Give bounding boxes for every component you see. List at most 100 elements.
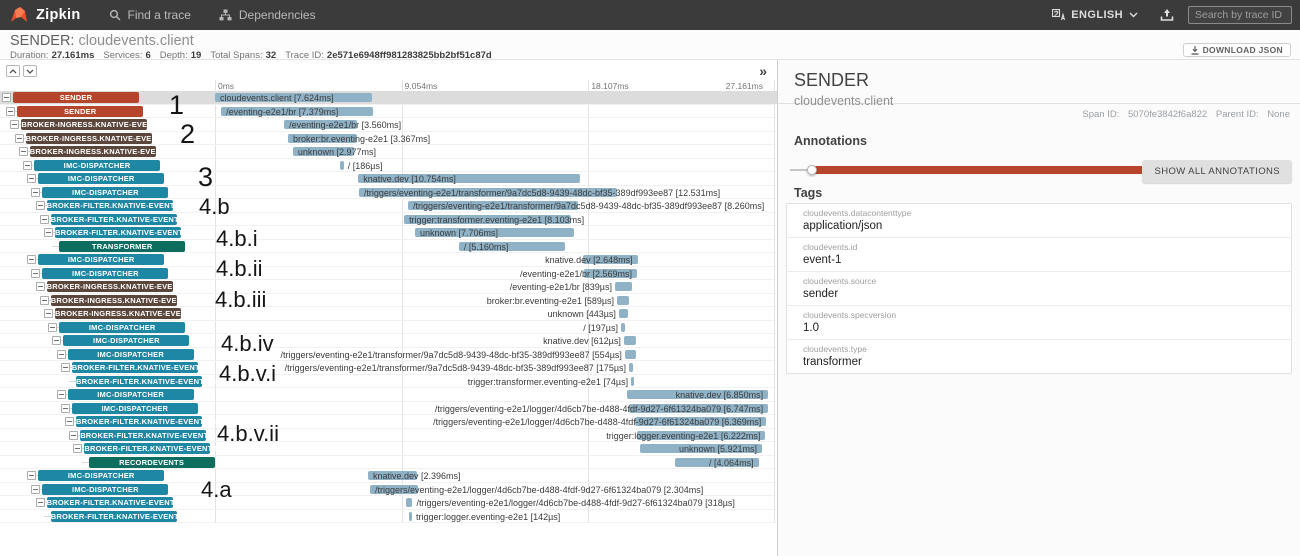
collapse-span-icon[interactable] [40, 296, 49, 305]
download-json-button[interactable]: DOWNLOAD JSON [1183, 43, 1291, 57]
trace-span-row[interactable]: BROKER-INGRESS.KNATIVE-EVENTINGbroker:br… [0, 132, 777, 146]
collapse-span-icon[interactable] [27, 471, 36, 480]
trace-span-row[interactable]: BROKER-FILTER.KNATIVE-EVENTING/triggers/… [0, 361, 777, 375]
span-bar[interactable] [617, 296, 629, 305]
trace-span-row[interactable]: SENDERcloudevents.client [7.624ms] [0, 91, 777, 105]
trace-span-row[interactable]: TRANSFORMER/ [5.160ms] [0, 240, 777, 254]
trace-span-row[interactable]: IMC-DISPATCHERknative.dev [6.850ms] [0, 388, 777, 402]
service-label[interactable]: IMC-DISPATCHER [59, 322, 185, 333]
span-bar[interactable] [631, 377, 634, 386]
trace-span-row[interactable]: IMC-DISPATCHER/triggers/eventing-e2e1/tr… [0, 186, 777, 200]
collapse-span-icon[interactable] [69, 431, 78, 440]
collapse-span-icon[interactable] [73, 444, 82, 453]
trace-span-row[interactable]: BROKER-FILTER.KNATIVE-EVENTINGtrigger:tr… [0, 375, 777, 389]
trace-span-row[interactable]: IMC-DISPATCHERknative.dev [612µs] [0, 334, 777, 348]
service-label[interactable]: TRANSFORMER [59, 241, 185, 252]
trace-span-row[interactable]: BROKER-FILTER.KNATIVE-EVENTINGtrigger:tr… [0, 213, 777, 227]
service-label[interactable]: BROKER-FILTER.KNATIVE-EVENTING [72, 362, 198, 373]
service-label[interactable]: IMC-DISPATCHER [42, 268, 168, 279]
span-bar[interactable] [624, 336, 637, 345]
trace-span-row[interactable]: BROKER-FILTER.KNATIVE-EVENTING/triggers/… [0, 415, 777, 429]
collapse-span-icon[interactable] [31, 188, 40, 197]
service-label[interactable]: IMC-DISPATCHER [38, 173, 164, 184]
span-bar[interactable] [340, 161, 344, 170]
tag-row[interactable]: cloudevents.idevent-1 [787, 238, 1291, 272]
service-label[interactable]: IMC-DISPATCHER [72, 403, 198, 414]
expand-all-button[interactable] [23, 65, 37, 77]
span-bar[interactable] [629, 363, 633, 372]
service-label[interactable]: BROKER-FILTER.KNATIVE-EVENTING [76, 416, 202, 427]
service-label[interactable]: BROKER-FILTER.KNATIVE-EVENTING [47, 200, 173, 211]
service-label[interactable]: IMC-DISPATCHER [38, 254, 164, 265]
tag-row[interactable]: cloudevents.typetransformer [787, 340, 1291, 373]
trace-span-row[interactable]: BROKER-FILTER.KNATIVE-EVENTING/triggers/… [0, 199, 777, 213]
service-label[interactable]: BROKER-INGRESS.KNATIVE-EVENTING [21, 119, 147, 130]
span-bar[interactable] [409, 512, 412, 521]
collapse-span-icon[interactable] [36, 201, 45, 210]
trace-span-row[interactable]: BROKER-INGRESS.KNATIVE-EVENTINGunknown [… [0, 307, 777, 321]
collapse-span-icon[interactable] [19, 147, 28, 156]
trace-span-row[interactable]: BROKER-INGRESS.KNATIVE-EVENTINGunknown [… [0, 145, 777, 159]
collapse-span-icon[interactable] [57, 390, 66, 399]
collapse-span-icon[interactable] [27, 174, 36, 183]
nav-find-a-trace[interactable]: Find a trace [109, 8, 191, 22]
trace-span-row[interactable]: BROKER-INGRESS.KNATIVE-EVENTINGbroker:br… [0, 294, 777, 308]
collapse-span-icon[interactable] [61, 404, 70, 413]
service-label[interactable]: BROKER-FILTER.KNATIVE-EVENTING [51, 511, 177, 522]
collapse-span-icon[interactable] [6, 107, 15, 116]
trace-span-row[interactable]: BROKER-FILTER.KNATIVE-EVENTINGtrigger:lo… [0, 429, 777, 443]
service-label[interactable]: BROKER-INGRESS.KNATIVE-EVENTING [30, 146, 156, 157]
trace-span-row[interactable]: IMC-DISPATCHER/ [197µs] [0, 321, 777, 335]
trace-span-row[interactable]: IMC-DISPATCHER/triggers/eventing-e2e1/lo… [0, 402, 777, 416]
collapse-span-icon[interactable] [65, 417, 74, 426]
service-label[interactable]: RECORDEVENTS [89, 457, 215, 468]
trace-span-row[interactable]: IMC-DISPATCHER/eventing-e2e1/br [2.569ms… [0, 267, 777, 281]
span-bar[interactable] [621, 323, 625, 332]
collapse-span-icon[interactable] [15, 134, 24, 143]
trace-span-row[interactable]: BROKER-FILTER.KNATIVE-EVENTINGunknown [7… [0, 226, 777, 240]
trace-span-row[interactable]: IMC-DISPATCHERknative.dev [2.396ms] [0, 469, 777, 483]
tag-row[interactable]: cloudevents.specversion1.0 [787, 306, 1291, 340]
trace-span-row[interactable]: BROKER-INGRESS.KNATIVE-EVENTING/eventing… [0, 118, 777, 132]
service-label[interactable]: BROKER-FILTER.KNATIVE-EVENTING [80, 430, 206, 441]
collapse-span-icon[interactable] [44, 228, 53, 237]
search-by-trace-id-input[interactable] [1188, 6, 1292, 24]
collapse-span-icon[interactable] [23, 161, 32, 170]
collapse-span-icon[interactable] [31, 485, 40, 494]
show-all-annotations-button[interactable]: SHOW ALL ANNOTATIONS [1142, 160, 1292, 183]
collapse-span-icon[interactable] [27, 255, 36, 264]
language-selector[interactable]: ENGLISH [1046, 9, 1144, 21]
service-label[interactable]: BROKER-FILTER.KNATIVE-EVENTING [84, 443, 210, 454]
trace-span-row[interactable]: SENDER/eventing-e2e1/br [7.379ms] [0, 105, 777, 119]
trace-span-row[interactable]: BROKER-FILTER.KNATIVE-EVENTINGunknown [5… [0, 442, 777, 456]
span-bar[interactable] [615, 282, 632, 291]
collapse-all-button[interactable] [6, 65, 20, 77]
collapse-span-icon[interactable] [48, 323, 57, 332]
collapse-span-icon[interactable] [52, 336, 61, 345]
service-label[interactable]: BROKER-FILTER.KNATIVE-EVENTING [47, 497, 173, 508]
service-label[interactable]: IMC-DISPATCHER [34, 160, 160, 171]
service-label[interactable]: IMC-DISPATCHER [68, 389, 194, 400]
tag-row[interactable]: cloudevents.datacontenttypeapplication/j… [787, 204, 1291, 238]
collapse-span-icon[interactable] [2, 93, 11, 102]
service-label[interactable]: IMC-DISPATCHER [68, 349, 194, 360]
trace-span-row[interactable]: IMC-DISPATCHERknative.dev [10.754ms] [0, 172, 777, 186]
service-label[interactable]: IMC-DISPATCHER [42, 187, 168, 198]
service-label[interactable]: IMC-DISPATCHER [42, 484, 168, 495]
trace-span-row[interactable]: IMC-DISPATCHER/triggers/eventing-e2e1/lo… [0, 483, 777, 497]
service-label[interactable]: IMC-DISPATCHER [38, 470, 164, 481]
service-label[interactable]: BROKER-FILTER.KNATIVE-EVENTING [76, 376, 202, 387]
span-bar[interactable] [625, 350, 636, 359]
service-label[interactable]: BROKER-INGRESS.KNATIVE-EVENTING [55, 308, 181, 319]
span-bar[interactable] [406, 498, 413, 507]
service-label[interactable]: BROKER-INGRESS.KNATIVE-EVENTING [47, 281, 173, 292]
trace-span-row[interactable]: BROKER-FILTER.KNATIVE-EVENTINGtrigger:lo… [0, 510, 777, 524]
service-label[interactable]: SENDER [17, 106, 143, 117]
collapse-span-icon[interactable] [40, 215, 49, 224]
upload-trace-button[interactable] [1160, 8, 1174, 22]
service-label[interactable]: IMC-DISPATCHER [63, 335, 189, 346]
collapse-span-icon[interactable] [57, 350, 66, 359]
service-label[interactable]: BROKER-FILTER.KNATIVE-EVENTING [51, 214, 177, 225]
trace-span-row[interactable]: RECORDEVENTS/ [4.064ms] [0, 456, 777, 470]
service-label[interactable]: BROKER-INGRESS.KNATIVE-EVENTING [26, 133, 152, 144]
